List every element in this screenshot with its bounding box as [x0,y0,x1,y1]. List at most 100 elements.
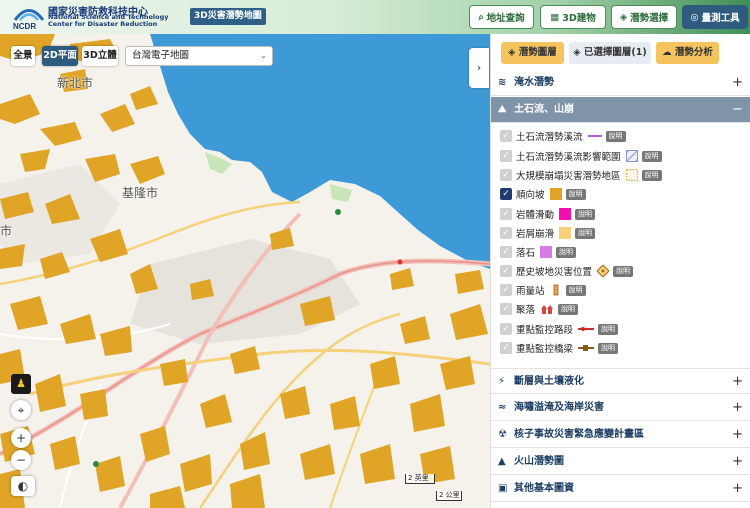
zoom-out-button[interactable]: − [11,450,31,470]
layer-row[interactable]: ✓ 歷史坡地災害位置 說明 [500,263,634,279]
layer-row[interactable]: ✓ 雨量站 說明 [500,282,586,298]
checkbox[interactable]: ✓ [500,303,512,315]
legend-person-button[interactable]: ♟ [11,374,31,394]
view-2d-button[interactable]: 2D平面 [42,46,78,66]
layer-label: 雨量站 [516,286,545,297]
info-button[interactable]: 說明 [556,246,577,258]
layer-row[interactable]: ✓ 土石流潛勢溪流影響範圍 說明 [500,148,662,164]
checkbox[interactable]: ✓ [500,169,512,181]
checkbox[interactable]: ✓ [500,284,512,296]
section-label: 核子事故災害緊急應變計畫區 [514,429,644,440]
section-tsunami[interactable]: ≈ 海嘯溢淹及海岸災害 + [491,395,750,421]
cloud-icon: ☁ [662,47,675,58]
info-button[interactable]: 說明 [575,208,596,220]
locate-icon[interactable]: ⌖ [11,400,31,420]
map-graphics [0,34,490,508]
layer-label: 重點監控橋梁 [516,344,574,355]
map-icon: ▣ [498,483,508,494]
bridge-icon [578,345,595,351]
checkbox[interactable]: ✓ [500,323,512,335]
tab-selected-layers-label: 已選擇圖層(1) [583,47,647,58]
layer-label: 土石流潛勢溪流影響範圍 [516,152,621,163]
info-button[interactable]: 說明 [565,188,586,200]
layer-label: 岩屑崩滑 [516,229,555,240]
address-search-button[interactable]: ⌕ 地址查詢 [469,5,534,29]
section-landslide[interactable]: ⛰ 土石流、山崩 − [491,97,750,123]
info-button[interactable]: 說明 [641,169,662,181]
dotted-box-symbol [625,169,638,181]
section-label: 其他基本圖資 [514,483,574,494]
info-button[interactable]: 說明 [565,284,586,296]
app-header: NCDR 國家災害防救科技中心 National Science and Tec… [0,0,750,34]
volcano-icon: ▲ [498,456,506,467]
expand-icon: + [732,454,743,469]
checkbox-checked[interactable]: ✓ [500,188,512,200]
checkbox[interactable]: ✓ [500,130,512,142]
settlement-icon [541,305,554,314]
scale-bar-miles: 2 英里 [405,474,435,484]
layer-row[interactable]: ✓ 岩屑崩滑 說明 [500,225,596,241]
yellow-box-symbol [559,227,572,239]
hazard-select-button[interactable]: ◈ 潛勢選擇 [611,5,677,29]
logo-text: NCDR [13,22,36,31]
diamond-icon [597,265,610,277]
expand-icon: + [732,427,743,442]
section-basic-maps[interactable]: ▣ 其他基本圖資 + [491,476,750,502]
basemap-select[interactable]: 台灣電子地圖 ⌄ [125,46,273,66]
section-label: 火山潛勢圖 [514,456,564,467]
checkbox[interactable]: ✓ [500,246,512,258]
tab-hazard-layers[interactable]: ◈ 潛勢圖層 [501,42,564,64]
measure-tool-button[interactable]: ◎ 量測工具 [682,5,748,29]
collapse-icon: − [732,102,743,117]
checkbox[interactable]: ✓ [500,342,512,354]
view-3d-button[interactable]: 3D立體 [82,46,118,66]
info-button[interactable]: 說明 [575,227,596,239]
tab-hazard-analysis[interactable]: ☁ 潛勢分析 [656,42,719,64]
info-button[interactable]: 說明 [613,265,634,277]
layer-row[interactable]: ✓ 岩體滑動 說明 [500,206,596,222]
fault-icon: ⚡ [498,376,506,387]
info-button[interactable]: 說明 [598,342,619,354]
layer-label: 岩體滑動 [516,210,555,221]
collapse-panel-button[interactable]: › [469,48,489,88]
section-volcano[interactable]: ▲ 火山潛勢圖 + [491,449,750,475]
layer-row[interactable]: ✓ 重點監控路段 說明 [500,321,619,337]
map-canvas[interactable]: 全景 2D平面 3D立體 台灣電子地圖 ⌄ 新北市 基隆市 市 ♟ ⌖ + − … [0,34,490,508]
view-panorama-button[interactable]: 全景 [11,46,35,66]
layers-icon: ◈ [508,47,519,58]
layer-row[interactable]: ✓ 落石 說明 [500,244,577,260]
layer-panel: ◈ 潛勢圖層 ◈ 已選擇圖層(1) ☁ 潛勢分析 ≋ 淹水潛勢 + ⛰ 土石流、… [490,34,750,508]
checkbox[interactable]: ✓ [500,150,512,162]
info-button[interactable]: 說明 [605,130,626,142]
nuclear-icon: ☢ [498,429,507,440]
section-nuclear[interactable]: ☢ 核子事故災害緊急應變計畫區 + [491,422,750,448]
layer-row[interactable]: ✓ 聚落 說明 [500,301,579,317]
section-label: 海嘯溢淹及海岸災害 [514,402,604,413]
info-button[interactable]: 說明 [598,323,619,335]
info-button[interactable]: 說明 [641,150,662,162]
tab-selected-layers[interactable]: ◈ 已選擇圖層(1) [569,42,651,64]
expand-icon: + [732,75,743,90]
3d-building-button[interactable]: ▦ 3D建物 [540,5,606,29]
road-icon [578,327,595,331]
compass-icon[interactable]: ◐ [11,476,35,496]
layer-label: 大規模崩塌災害潛勢地區 [516,171,621,182]
layers-icon: ◈ [619,11,628,23]
building-icon: ▦ [550,11,560,23]
layer-row[interactable]: ✓ 重點監控橋梁 說明 [500,340,619,356]
map-title-badge: 3D災害潛勢地圖 [190,8,266,25]
checkbox[interactable]: ✓ [500,208,512,220]
section-flood[interactable]: ≋ 淹水潛勢 + [491,70,750,96]
layer-label: 聚落 [516,305,536,316]
place-label-new-taipei: 新北市 [57,76,94,90]
checkbox[interactable]: ✓ [500,227,512,239]
tab-hazard-analysis-label: 潛勢分析 [674,47,713,58]
layer-row[interactable]: ✓ 順向坡 說明 [500,186,586,202]
orange-box-symbol [549,188,562,200]
checkbox[interactable]: ✓ [500,265,512,277]
info-button[interactable]: 說明 [558,303,579,315]
section-fault-liquefaction[interactable]: ⚡ 斷層與土壤液化 + [491,368,750,394]
layer-row[interactable]: ✓ 土石流潛勢溪流 說明 [500,128,626,144]
layer-row[interactable]: ✓ 大規模崩塌災害潛勢地區 說明 [500,167,662,183]
zoom-in-button[interactable]: + [11,428,31,448]
